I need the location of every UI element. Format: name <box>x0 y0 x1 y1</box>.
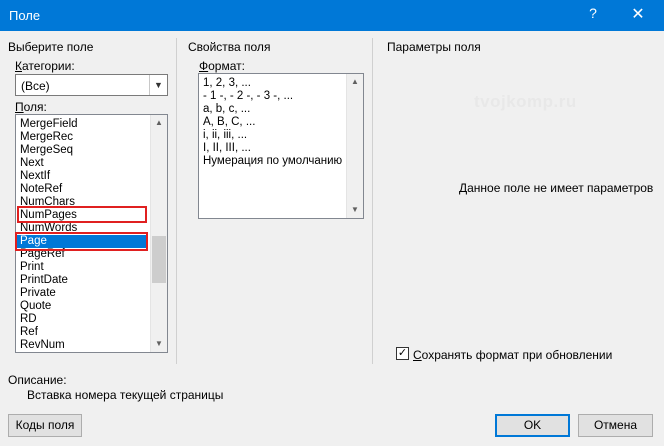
scroll-up-icon[interactable]: ▲ <box>347 74 363 90</box>
field-list-item[interactable]: MergeSeq <box>20 144 147 157</box>
format-list-item[interactable]: A, B, C, ... <box>203 116 255 129</box>
field-codes-button[interactable]: Коды поля <box>8 414 82 437</box>
field-properties-heading: Свойства поля <box>188 40 271 54</box>
field-list-item[interactable]: MergeRec <box>20 131 147 144</box>
format-list-item[interactable]: i, ii, iii, ... <box>203 129 247 142</box>
divider-left <box>176 38 177 364</box>
field-parameters-heading: Параметры поля <box>387 40 481 54</box>
format-list-item[interactable]: - 1 -, - 2 -, - 3 -, ... <box>203 90 293 103</box>
categories-label: Категории: <box>15 59 75 73</box>
format-label: Формат: <box>199 59 245 73</box>
field-list-item[interactable]: Quote <box>20 300 147 313</box>
scroll-down-icon[interactable]: ▼ <box>151 336 167 352</box>
format-list-item[interactable]: I, II, III, ... <box>203 142 251 155</box>
chevron-down-icon[interactable]: ▼ <box>149 75 167 95</box>
window-title: Поле <box>9 8 41 23</box>
description-label: Описание: <box>8 373 67 387</box>
ok-button[interactable]: OK <box>495 414 570 437</box>
scroll-thumb[interactable] <box>152 236 166 283</box>
field-list-item[interactable]: MergeField <box>20 118 147 131</box>
scroll-up-icon[interactable]: ▲ <box>151 115 167 131</box>
field-list-item[interactable]: Ref <box>20 326 147 339</box>
close-icon[interactable]: ✕ <box>618 4 658 26</box>
format-list-item[interactable]: 1, 2, 3, ... <box>203 77 251 90</box>
fields-scrollbar[interactable]: ▲ ▼ <box>150 115 167 352</box>
field-list-item[interactable]: Private <box>20 287 147 300</box>
preserve-format-checkbox[interactable]: ✓ <box>396 347 409 360</box>
format-scrollbar[interactable]: ▲ ▼ <box>346 74 363 218</box>
format-list-item[interactable]: Нумерация по умолчанию <box>203 155 342 168</box>
watermark: tvojkomp.ru <box>474 92 577 111</box>
categories-dropdown[interactable]: (Все) ▼ <box>15 74 168 96</box>
help-icon[interactable]: ? <box>578 5 608 25</box>
field-list-item[interactable]: Print <box>20 261 147 274</box>
description-text: Вставка номера текущей страницы <box>27 388 224 402</box>
field-list-item[interactable]: Next <box>20 157 147 170</box>
highlight-numpages <box>17 206 147 223</box>
fields-label: Поля: <box>15 100 47 114</box>
no-parameters-text: Данное поле не имеет параметров <box>459 181 654 195</box>
format-list-item[interactable]: a, b, c, ... <box>203 103 250 116</box>
title-bar: Поле ? ✕ <box>0 0 664 31</box>
format-listbox[interactable]: Нумерация по умолчанию I, II, III, ... i, … <box>198 73 364 219</box>
field-list-item[interactable]: PrintDate <box>20 274 147 287</box>
cancel-button[interactable]: Отмена <box>578 414 653 437</box>
preserve-format-label[interactable]: Сохранять формат при обновлении <box>413 348 612 362</box>
select-field-heading: Выберите поле <box>8 40 94 54</box>
field-list-item[interactable]: NoteRef <box>20 183 147 196</box>
categories-value: (Все) <box>21 79 50 93</box>
field-list-item[interactable]: NextIf <box>20 170 147 183</box>
field-list-item[interactable]: RevNum <box>20 339 147 352</box>
highlight-page <box>15 232 148 251</box>
field-list-item[interactable]: RD <box>20 313 147 326</box>
divider-right <box>372 38 373 364</box>
scroll-down-icon[interactable]: ▼ <box>347 202 363 218</box>
